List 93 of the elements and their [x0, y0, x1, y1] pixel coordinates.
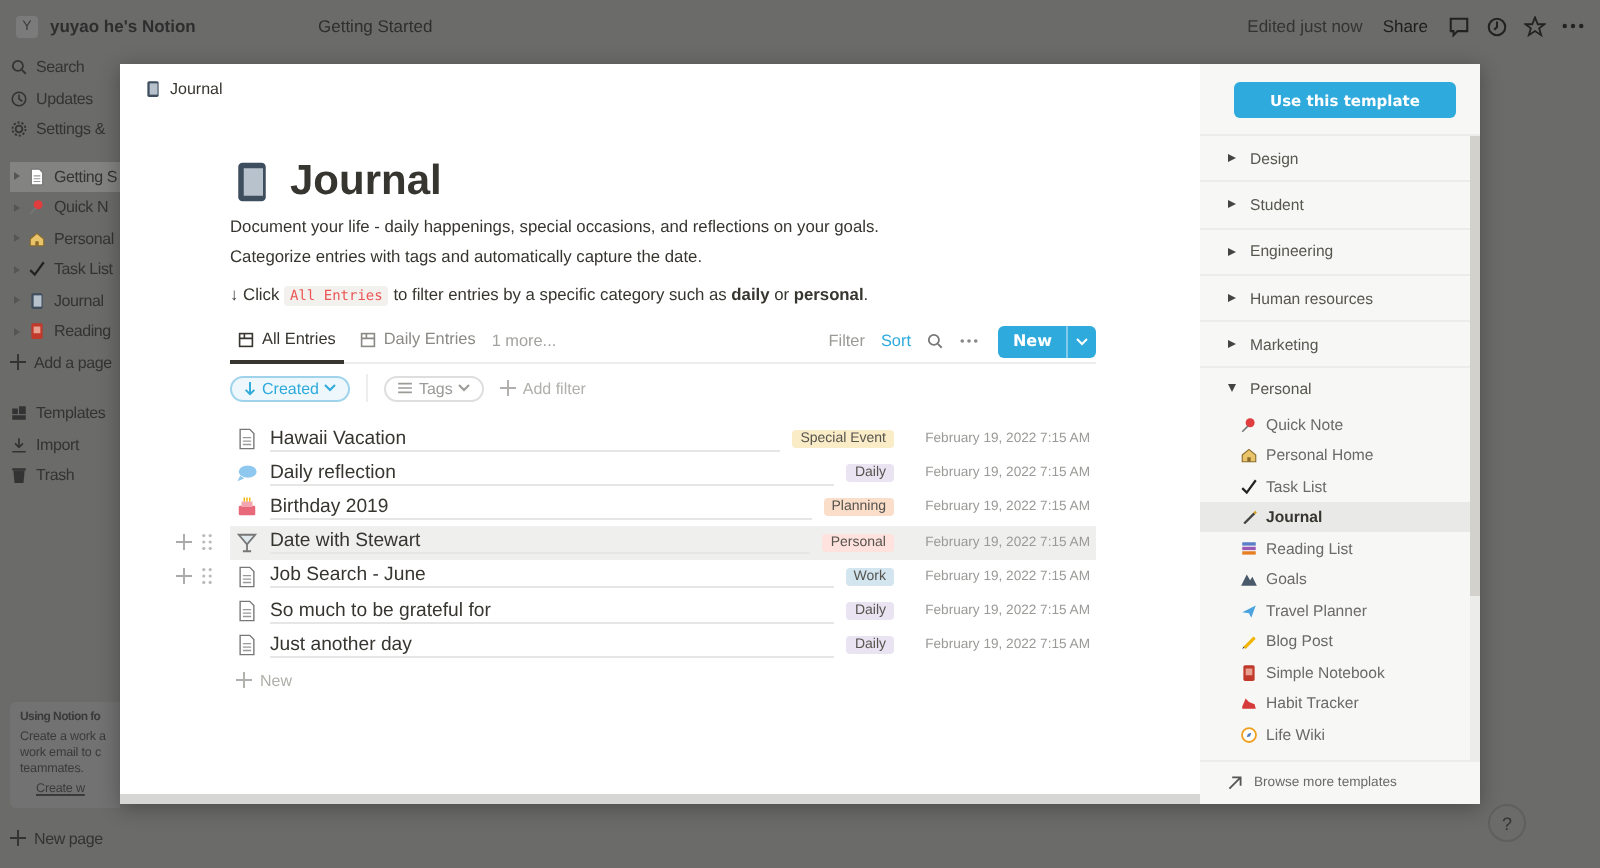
list-icon	[398, 382, 413, 394]
share-button[interactable]: Share	[1382, 16, 1428, 36]
table-view-icon	[238, 331, 254, 347]
new-page-link[interactable]: New page	[34, 829, 103, 847]
checkmark-icon	[28, 260, 46, 279]
comment-icon[interactable]	[1448, 15, 1470, 37]
plus-icon[interactable]	[10, 830, 26, 846]
sidebar-page[interactable]: Getting S	[10, 161, 120, 192]
pushpin-icon	[1240, 415, 1258, 434]
plus-icon[interactable]	[236, 672, 252, 689]
sidebar-item[interactable]: Trash	[36, 466, 75, 485]
sidebar-page[interactable]: Personal	[10, 223, 120, 254]
entry-title: Just another day	[270, 633, 835, 658]
notebook-icon	[28, 291, 46, 310]
entry-title: So much to be grateful for	[270, 599, 835, 624]
sidebar-item[interactable]: Search	[36, 58, 85, 77]
star-icon[interactable]	[1524, 15, 1546, 37]
view-tab[interactable]: All Entries	[230, 319, 344, 363]
shoe-icon	[1240, 694, 1258, 713]
clock-icon[interactable]	[1486, 15, 1508, 37]
arrow-down-icon	[244, 381, 256, 395]
workspace-name[interactable]: yuyao he's Notion	[50, 16, 290, 36]
more-icon[interactable]	[960, 338, 979, 344]
help-button[interactable]: ?	[1488, 804, 1526, 842]
sidebar-item[interactable]: Settings &	[36, 120, 105, 139]
arrow-icon	[1228, 776, 1242, 790]
book-icon	[1240, 663, 1258, 682]
add-page-link[interactable]: Add a page	[34, 353, 112, 372]
plus-icon[interactable]	[176, 534, 192, 551]
templates-icon	[10, 404, 28, 423]
dialog-breadcrumb: Journal	[170, 80, 223, 98]
trash-icon	[10, 466, 28, 485]
plus-icon[interactable]	[500, 380, 517, 396]
view-tab[interactable]: Daily Entries	[351, 319, 484, 363]
speech-bubble-icon	[236, 462, 258, 485]
edited-status: Edited just now	[1247, 16, 1363, 36]
page-title: Journal	[290, 158, 442, 206]
more-icon[interactable]	[1562, 22, 1584, 30]
plus-icon[interactable]	[176, 568, 192, 585]
entry-title: Job Search - June	[270, 564, 834, 589]
airplane-icon	[1240, 601, 1258, 620]
sidebar-page[interactable]: Reading	[10, 316, 120, 347]
page-description: Document your life - daily happenings, special occasions, and reflections on your goals. Categorize entries with tags and automatically capture the date.	[230, 214, 881, 270]
sidebar-page[interactable]: Task List	[10, 254, 120, 285]
plus-icon[interactable]	[10, 354, 26, 371]
page-icon	[236, 600, 258, 623]
sidebar-item[interactable]: Templates	[36, 404, 106, 423]
clock-icon	[10, 89, 28, 108]
search-icon[interactable]	[926, 332, 945, 350]
sidebar-item[interactable]: Updates	[36, 89, 93, 108]
add-row-link[interactable]: New	[260, 671, 293, 690]
page-icon	[236, 634, 258, 657]
sort-chip[interactable]: Created	[230, 375, 351, 401]
mountain-icon	[1240, 570, 1258, 589]
tags-filter-chip[interactable]: Tags	[384, 375, 485, 401]
books-icon	[1240, 539, 1258, 558]
add-filter-link[interactable]: Add filter	[522, 379, 586, 397]
filter-button[interactable]: Filter	[828, 332, 865, 350]
compass-icon	[1240, 725, 1258, 744]
drag-handle-icon[interactable]	[202, 568, 212, 585]
chevron-down-icon	[458, 384, 471, 392]
notebook-icon	[144, 80, 162, 98]
entry-title: Birthday 2019	[270, 495, 812, 520]
house-icon	[1240, 446, 1258, 465]
download-icon	[10, 435, 28, 454]
sidebar-item[interactable]: Import	[36, 435, 79, 454]
pushpin-icon	[28, 198, 46, 217]
cocktail-glass-icon	[236, 531, 258, 554]
page-icon	[236, 428, 258, 451]
page-icon	[28, 167, 46, 186]
entry-title: Daily reflection	[270, 461, 835, 486]
search-icon	[10, 58, 28, 77]
chevron-down-icon	[1076, 337, 1088, 345]
entry-title: Hawaii Vacation	[270, 427, 781, 452]
book-icon	[28, 322, 46, 341]
table-view-icon	[359, 331, 376, 347]
scrollbar[interactable]	[1470, 136, 1480, 760]
more-views-link[interactable]: 1 more...	[491, 332, 557, 350]
pencil-icon	[1240, 632, 1258, 651]
sidebar-page[interactable]: Quick N	[10, 192, 120, 223]
page-breadcrumb[interactable]: Getting Started	[302, 16, 1236, 36]
pen-icon	[1240, 508, 1258, 527]
page-icon	[236, 565, 258, 588]
new-button[interactable]: New	[998, 325, 1096, 357]
chevron-down-icon	[324, 384, 337, 392]
drag-handle-icon[interactable]	[202, 534, 212, 551]
sidebar-page[interactable]: Journal	[10, 285, 120, 316]
settings-icon	[10, 120, 28, 139]
cake-icon	[236, 496, 258, 519]
house-icon	[28, 229, 46, 248]
entry-title: Date with Stewart	[270, 530, 811, 555]
checkmark-icon	[1240, 477, 1258, 496]
sort-button[interactable]: Sort	[880, 332, 911, 350]
